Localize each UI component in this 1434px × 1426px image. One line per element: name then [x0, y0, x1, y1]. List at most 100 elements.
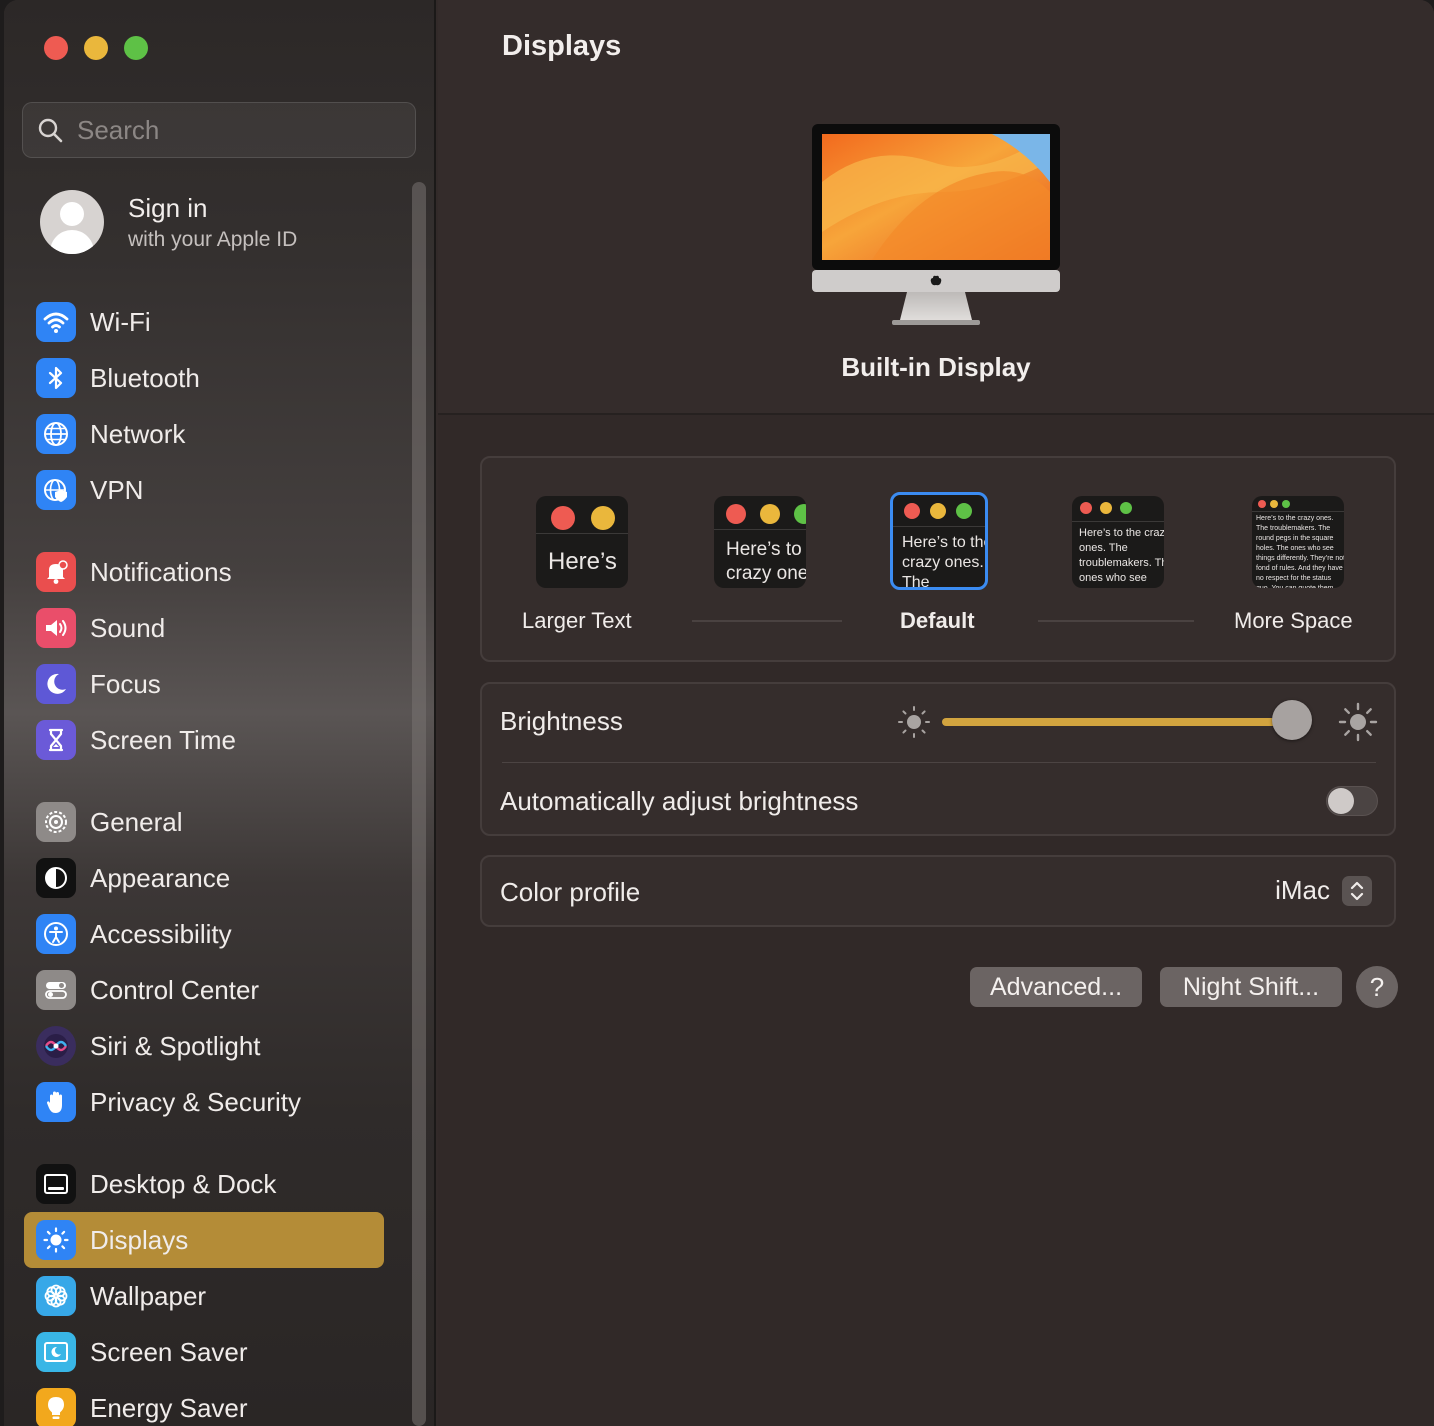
color-profile-popup[interactable]: iMac	[1275, 875, 1372, 906]
moon-icon	[36, 664, 76, 704]
close-window-button[interactable]	[44, 36, 68, 60]
sidebar-item-screen-time[interactable]: Screen Time	[24, 712, 384, 768]
search-field[interactable]	[22, 102, 416, 158]
search-input[interactable]	[77, 114, 377, 146]
color-profile-value: iMac	[1275, 875, 1330, 905]
window-controls	[44, 36, 148, 60]
resolution-option-larger-text[interactable]: Here’s	[536, 496, 628, 588]
sun-icon	[36, 1220, 76, 1260]
dock-icon	[36, 1164, 76, 1204]
resolution-preview-text: Here’s to the crazy ones. The troublemak…	[726, 539, 806, 588]
brightness-slider-thumb[interactable]	[1271, 700, 1312, 740]
sidebar-item-label: Sound	[90, 612, 166, 643]
sidebar-item-focus[interactable]: Focus	[24, 656, 384, 712]
sidebar-item-privacy-security[interactable]: Privacy & Security	[24, 1074, 384, 1130]
color-profile-label: Color profile	[500, 877, 641, 907]
minimize-window-button[interactable]	[84, 36, 108, 60]
sign-in-subtitle: with your Apple ID	[128, 227, 298, 251]
sidebar-item-siri-spotlight[interactable]: Siri & Spotlight	[24, 1018, 384, 1074]
search-icon	[38, 118, 63, 143]
main-pane: Displays Built-in Display Here’s Here’s …	[438, 0, 1434, 1426]
more-space-label: More Space	[1234, 608, 1353, 633]
siri-icon	[36, 1026, 76, 1066]
resolution-option-2[interactable]: Here’s to the crazy ones. The troublemak…	[714, 496, 806, 588]
brightness-card: Brightness Automatically adjust brightne…	[480, 682, 1396, 836]
chevron-up-down-icon	[1342, 875, 1372, 906]
sun-dim-icon	[898, 706, 930, 738]
sidebar-item-energy-saver[interactable]: Energy Saver	[24, 1380, 384, 1426]
hand-icon	[36, 1082, 76, 1122]
sidebar: Sign in with your Apple ID Wi-Fi Bluetoo…	[4, 0, 436, 1426]
sidebar-item-label: Appearance	[90, 862, 231, 893]
display-name: Built-in Display	[841, 352, 1031, 382]
sidebar-item-label: Focus	[90, 668, 161, 699]
bluetooth-icon	[36, 358, 76, 398]
sidebar-item-label: Wallpaper	[90, 1280, 207, 1311]
resolution-preview-text: Here’s to the crazy ones. The troublemak…	[902, 534, 985, 590]
sidebar-item-desktop-dock[interactable]: Desktop & Dock	[24, 1156, 384, 1212]
sidebar-item-label: Accessibility	[90, 918, 232, 949]
resolution-option-default[interactable]: Here’s to the crazy ones. The troublemak…	[890, 492, 988, 590]
resolution-picker: Here’s Here’s to the crazy ones. The tro…	[480, 456, 1396, 662]
sun-bright-icon	[1338, 702, 1378, 742]
resolution-option-4[interactable]: Here’s to the crazy ones. The troublemak…	[1072, 496, 1164, 588]
sidebar-item-label: Wi-Fi	[90, 306, 151, 337]
resolution-preview-text: Here’s to the crazy ones. The troublemak…	[1079, 527, 1164, 588]
toggles-icon	[36, 970, 76, 1010]
sidebar-item-vpn[interactable]: VPN	[24, 462, 384, 518]
sidebar-item-label: Control Center	[90, 974, 260, 1005]
sidebar-item-label: Notifications	[90, 556, 232, 587]
apple-id-sign-in[interactable]: Sign in with your Apple ID	[40, 190, 297, 254]
larger-text-label: Larger Text	[522, 608, 632, 633]
zoom-window-button[interactable]	[124, 36, 148, 60]
vpn-globe-icon	[36, 470, 76, 510]
resolution-option-more-space[interactable]: Here’s to the crazy ones. The troublemak…	[1252, 496, 1344, 588]
auto-brightness-label: Automatically adjust brightness	[500, 786, 859, 816]
hourglass-icon	[36, 720, 76, 760]
imac-display-icon[interactable]	[812, 122, 1062, 332]
sidebar-scrollbar[interactable]	[412, 182, 426, 1426]
resolution-preview-text: Here’s	[548, 548, 617, 575]
sidebar-item-label: Bluetooth	[90, 362, 200, 393]
sidebar-item-displays[interactable]: Displays	[24, 1212, 384, 1268]
sidebar-item-label: Desktop & Dock	[90, 1168, 277, 1199]
sidebar-item-network[interactable]: Network	[24, 406, 384, 462]
page-title: Displays	[502, 30, 622, 62]
advanced-button[interactable]: Advanced...	[970, 967, 1142, 1007]
sidebar-item-label: Siri & Spotlight	[90, 1030, 261, 1061]
sidebar-item-label: Privacy & Security	[90, 1086, 301, 1117]
sidebar-item-notifications[interactable]: Notifications	[24, 544, 384, 600]
brightness-label: Brightness	[500, 706, 623, 736]
sidebar-item-label: General	[90, 806, 183, 837]
sidebar-item-appearance[interactable]: Appearance	[24, 850, 384, 906]
bulb-icon	[36, 1388, 76, 1426]
brightness-slider-track[interactable]	[942, 718, 1310, 726]
auto-brightness-toggle[interactable]	[1326, 786, 1378, 816]
scale-track-left	[692, 620, 842, 622]
sidebar-item-wifi[interactable]: Wi-Fi	[24, 294, 384, 350]
globe-icon	[36, 414, 76, 454]
sidebar-item-general[interactable]: General	[24, 794, 384, 850]
sidebar-item-wallpaper[interactable]: Wallpaper	[24, 1268, 384, 1324]
screensaver-icon	[36, 1332, 76, 1372]
bell-icon	[36, 552, 76, 592]
display-header: Displays Built-in Display	[438, 0, 1434, 415]
sidebar-item-label: Energy Saver	[90, 1392, 248, 1423]
wifi-icon	[36, 302, 76, 342]
sidebar-item-screen-saver[interactable]: Screen Saver	[24, 1324, 384, 1380]
avatar	[40, 190, 104, 254]
resolution-preview-text: Here’s to the crazy ones. The troublemak…	[1256, 515, 1344, 588]
divider	[502, 762, 1376, 763]
sidebar-item-label: VPN	[90, 474, 144, 505]
scale-track-right	[1038, 620, 1194, 622]
sidebar-item-label: Network	[90, 418, 186, 449]
sidebar-item-sound[interactable]: Sound	[24, 600, 384, 656]
sidebar-item-control-center[interactable]: Control Center	[24, 962, 384, 1018]
sidebar-item-bluetooth[interactable]: Bluetooth	[24, 350, 384, 406]
help-button[interactable]: ?	[1356, 966, 1398, 1008]
sidebar-item-label: Displays	[90, 1224, 189, 1255]
appearance-icon	[36, 858, 76, 898]
night-shift-button[interactable]: Night Shift...	[1160, 967, 1342, 1007]
gear-icon	[36, 802, 76, 842]
sidebar-item-accessibility[interactable]: Accessibility	[24, 906, 384, 962]
